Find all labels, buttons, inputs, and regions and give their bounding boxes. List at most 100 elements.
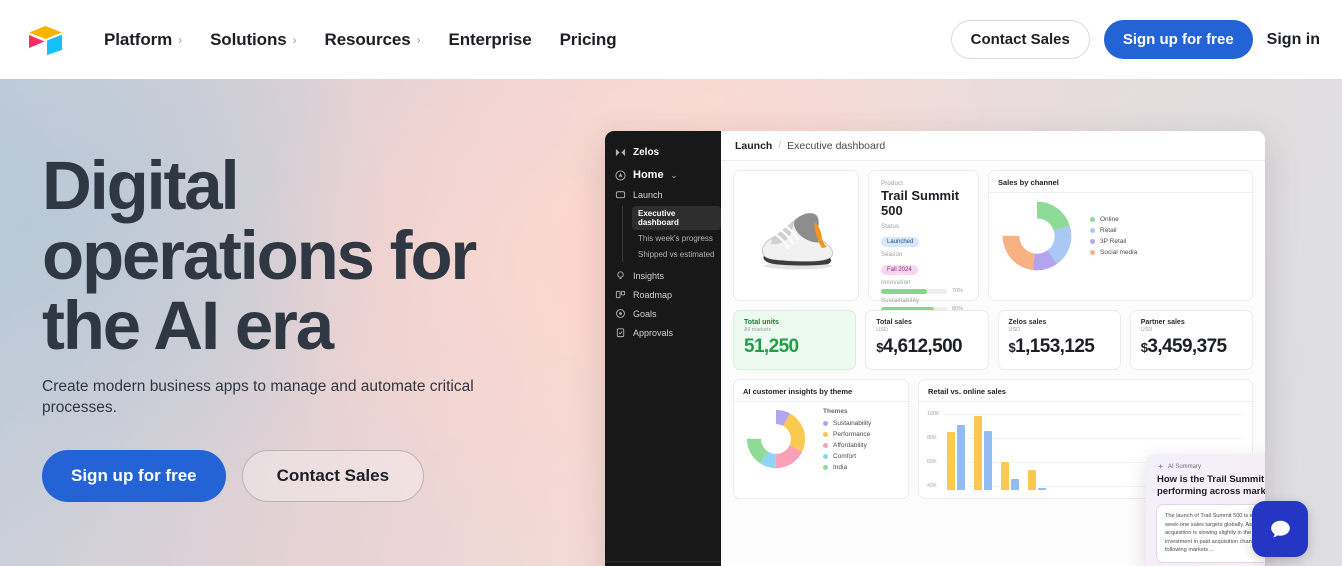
donut-chart-themes	[746, 409, 806, 469]
legend-label: Affordability	[833, 441, 867, 449]
breadcrumb-separator: /	[778, 140, 782, 151]
sidebar-item-insights[interactable]: Insights	[605, 266, 721, 285]
bar	[1011, 479, 1019, 490]
legend-color-dot	[1090, 228, 1095, 233]
sales-by-channel-card: Sales by channel Online Retail 3P Retail So…	[988, 170, 1253, 301]
signin-link[interactable]: Sign in	[1267, 31, 1320, 49]
bar	[1001, 462, 1009, 490]
chat-widget-button[interactable]	[1252, 501, 1308, 557]
sidebar-item-shipped-vs-estimated[interactable]: Shipped vs estimated	[632, 247, 721, 262]
page-title: Digital operations for the AI era	[42, 147, 477, 364]
y-axis-tick-label: 80K	[927, 435, 937, 441]
nav-label: Solutions	[210, 29, 287, 49]
status-label: Status	[881, 224, 900, 230]
workspace-icon	[615, 148, 626, 157]
nav-label: Enterprise	[448, 29, 532, 49]
ai-insights-card: AI customer insights by theme Themes Sus…	[733, 379, 909, 499]
sidebar-item-launch[interactable]: Launch	[605, 185, 721, 204]
breadcrumb-current: Executive dashboard	[787, 139, 886, 152]
sidebar-home-label: Home	[633, 169, 664, 181]
airtable-logo[interactable]	[26, 23, 66, 57]
kpi-value: 4,612,500	[882, 336, 963, 357]
product-name: Trail Summit 500	[881, 188, 960, 218]
y-axis-tick-label: 60K	[927, 459, 937, 465]
contact-sales-button[interactable]: Contact Sales	[950, 20, 1090, 59]
chart-body: Themes Sustainability Performance Affordab…	[734, 402, 908, 472]
bar	[947, 432, 955, 490]
sidebar-brand[interactable]: Zelos	[605, 143, 721, 165]
legend-label: Social media	[1100, 249, 1138, 256]
sparkle-icon	[1157, 463, 1164, 470]
chevron-down-icon: ⌄	[670, 170, 678, 180]
legend-color-dot	[823, 420, 828, 426]
legend-item: Social media	[1090, 249, 1137, 256]
top-navigation-bar: Platform › Solutions › Resources › Enter…	[0, 0, 1342, 79]
nav-item-resources[interactable]: Resources ›	[325, 30, 421, 50]
bar-group	[1001, 462, 1019, 490]
lightbulb-icon	[617, 271, 624, 279]
hero-cta-group: Sign up for free Contact Sales	[42, 450, 562, 502]
legend-label: Performance	[833, 430, 871, 438]
sidebar-item-roadmap[interactable]: Roadmap	[605, 285, 721, 304]
breadcrumb-parent[interactable]: Launch	[735, 140, 772, 152]
ai-summary-question: How is the Trail Summit 500 launch perfo…	[1157, 474, 1265, 497]
nav-item-platform[interactable]: Platform ›	[104, 30, 182, 50]
legend-label: India	[833, 463, 848, 471]
sidebar-item-home[interactable]: Home ⌄	[605, 165, 721, 185]
sidebar-launch-label: Launch	[633, 189, 663, 200]
kpi-label: Total sales	[876, 319, 912, 326]
legend-color-dot	[1090, 250, 1095, 255]
kpi-label: Partner sales	[1140, 319, 1185, 326]
legend-color-dot	[1090, 239, 1095, 244]
legend-color-dot	[823, 453, 828, 459]
kpi-value-wrap: $1,153,125	[1009, 336, 1110, 358]
sidebar-item-executive-dashboard[interactable]: Executive dashboard	[632, 206, 721, 230]
kpi-card-total-sales: Total sales USD $4,612,500	[865, 310, 989, 370]
hero-contact-sales-button[interactable]: Contact Sales	[241, 450, 425, 502]
sustainability-label: Sustainability	[881, 298, 920, 304]
legend-label: 3P Retail	[1100, 238, 1127, 245]
season-badge: Fall 2024	[881, 265, 918, 275]
breadcrumb: Launch / Executive dashboard	[721, 131, 1265, 161]
donut-slice	[1002, 201, 1072, 271]
y-axis-tick-label: 100K	[927, 411, 940, 417]
chart-legend: Online Retail 3P Retail Social media	[1090, 216, 1137, 256]
signup-button[interactable]: Sign up for free	[1103, 20, 1253, 59]
nav-item-solutions[interactable]: Solutions ›	[210, 29, 297, 50]
donut-chart-channel	[1002, 201, 1072, 271]
chart-title: Retail vs. online sales	[928, 387, 1006, 396]
nav-item-enterprise[interactable]: Enterprise	[448, 30, 531, 50]
nav-item-pricing[interactable]: Pricing	[560, 30, 617, 50]
kpi-sublabel: USD	[1008, 327, 1021, 333]
hero-copy: Digital operations for the AI era Create…	[42, 151, 562, 502]
bar-group	[947, 425, 965, 490]
nav-label: Platform	[104, 29, 173, 49]
target-icon	[616, 309, 625, 318]
kpi-sublabel: USD	[876, 327, 888, 333]
legend-color-dot	[1090, 217, 1095, 222]
chart-legend: Sustainability Performance Affordability Co…	[823, 420, 871, 471]
legend-item: Sustainability	[823, 420, 871, 427]
innovation-label: Innovation	[881, 280, 911, 286]
legend-label: Online	[1100, 216, 1119, 223]
hero-signup-button[interactable]: Sign up for free	[42, 450, 226, 502]
sidebar-item-goals[interactable]: Goals	[605, 304, 721, 323]
kpi-sublabel: USD	[1140, 327, 1153, 333]
progress-fill	[881, 288, 928, 294]
legend-item: Comfort	[823, 453, 871, 460]
launch-icon	[615, 191, 626, 199]
legend-color-dot	[823, 464, 828, 470]
legend-label: Sustainability	[833, 419, 872, 427]
legend-item: 3P Retail	[1090, 238, 1137, 245]
legend-color-dot	[823, 431, 828, 437]
bar	[984, 431, 992, 490]
sidebar-item-this-weeks-progress[interactable]: This week's progress	[632, 231, 721, 246]
chart-body: Online Retail 3P Retail Social media	[989, 193, 1252, 275]
progress-track	[881, 288, 947, 294]
chevron-right-icon: ›	[416, 32, 421, 47]
legend-item: India	[823, 464, 871, 471]
sidebar-item-approvals[interactable]: Approvals	[605, 323, 721, 342]
ai-summary-popup: AI Summary How is the Trail Summit 500 l…	[1146, 454, 1265, 566]
nav-label: Pricing	[559, 29, 617, 49]
sneaker-image	[761, 212, 833, 269]
